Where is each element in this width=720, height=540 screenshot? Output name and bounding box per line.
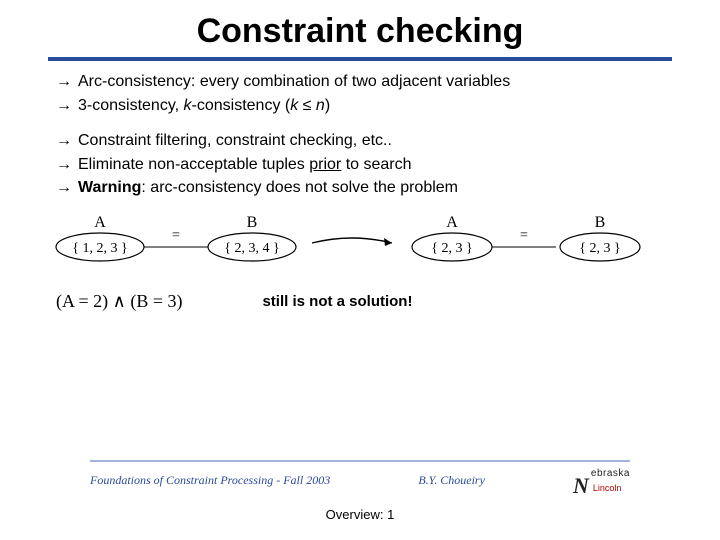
logo-rest: ebraska bbox=[591, 468, 630, 479]
diagram-b-set-right: { 2, 3 } bbox=[579, 241, 620, 256]
diagram-b-label-left: B bbox=[247, 214, 258, 231]
logo-sub: Lincoln bbox=[593, 483, 622, 493]
bullet-item: Warning: arc-consistency does not solve … bbox=[56, 177, 664, 199]
bullet-item: Arc-consistency: every combination of tw… bbox=[56, 71, 664, 93]
content-area: Arc-consistency: every combination of tw… bbox=[0, 61, 720, 199]
footer-rule bbox=[90, 460, 630, 462]
diagram-a-label-right: A bbox=[446, 214, 458, 231]
footer: Foundations of Constraint Processing - F… bbox=[0, 460, 720, 522]
logo-n: N bbox=[573, 477, 589, 495]
diagram-a-set-right: { 2, 3 } bbox=[431, 241, 472, 256]
diagram-b-label-right: B bbox=[595, 214, 606, 231]
bullet-item: Constraint filtering, constraint checkin… bbox=[56, 130, 664, 152]
diagram-edge-left: = bbox=[172, 228, 180, 243]
slide-number: Overview: 1 bbox=[0, 507, 720, 522]
bullet-group-1: Arc-consistency: every combination of tw… bbox=[56, 71, 664, 116]
diagram-a-label-left: A bbox=[94, 214, 106, 231]
diagram-a-set-left: { 1, 2, 3 } bbox=[72, 241, 127, 256]
bullet-group-2: Constraint filtering, constraint checkin… bbox=[56, 130, 664, 199]
diagram-b-set-left: { 2, 3, 4 } bbox=[224, 241, 279, 256]
consistency-diagram: A { 1, 2, 3 } = B { 2, 3, 4 } A { 2, 3 }… bbox=[52, 213, 668, 273]
bullet-item: 3-consistency, k-consistency (k ≤ n) bbox=[56, 95, 664, 117]
footer-course: Foundations of Constraint Processing - F… bbox=[90, 473, 330, 488]
footer-author: B.Y. Choueiry bbox=[418, 473, 485, 488]
still-not-solution: still is not a solution! bbox=[262, 293, 412, 310]
slide-title: Constraint checking bbox=[0, 12, 720, 51]
university-logo: N ebraska Lincoln bbox=[573, 465, 630, 495]
diagram-edge-right: = bbox=[520, 228, 528, 243]
formula-text: (A = 2) ∧ (B = 3) bbox=[56, 291, 182, 312]
bullet-item: Eliminate non-acceptable tuples prior to… bbox=[56, 154, 664, 176]
formula-row: (A = 2) ∧ (B = 3) still is not a solutio… bbox=[56, 291, 664, 312]
